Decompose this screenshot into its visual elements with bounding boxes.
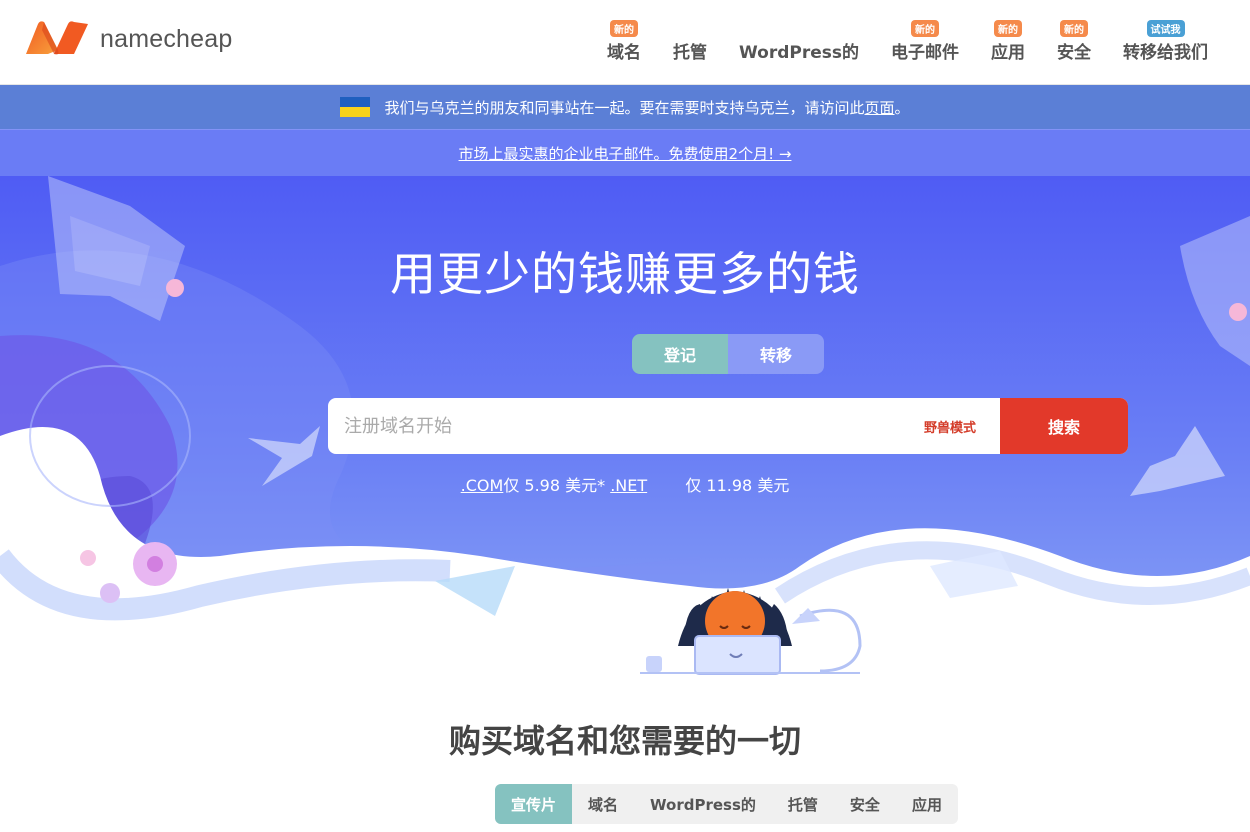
nav-item-label: 托管 <box>673 43 707 63</box>
nav-item-label: 电子邮件 <box>891 43 959 63</box>
ukraine-banner-suffix: 。 <box>894 98 910 117</box>
nav-item-label: 应用 <box>991 43 1025 63</box>
logo[interactable]: namecheap <box>24 20 232 58</box>
nav-item-domains[interactable]: 新的 域名 <box>591 20 657 63</box>
nav-badge: 新的 <box>610 20 638 37</box>
section-title: 购买域名和您需要的一切 <box>448 722 801 760</box>
nav-item-transfer[interactable]: 试试我 转移给我们 <box>1107 20 1224 63</box>
tab-register[interactable]: 登记 <box>632 334 728 374</box>
tab-domains[interactable]: 域名 <box>572 784 634 824</box>
logo-text: namecheap <box>100 24 233 53</box>
search-button[interactable]: 搜索 <box>1000 398 1128 454</box>
tab-transfer[interactable]: 转移 <box>728 334 824 374</box>
promo-banner: 市场上最实惠的企业电子邮件。免费使用2个月! → <box>0 129 1250 176</box>
com-price: 仅 5.98 美元* <box>503 476 606 495</box>
nav-item-hosting[interactable]: 托管 <box>657 20 723 63</box>
hero-title: 用更少的钱赚更多的钱 <box>390 247 860 301</box>
net-price: 仅 11.98 美元 <box>685 476 790 495</box>
net-link[interactable]: .NET <box>610 476 647 495</box>
domain-search-input[interactable] <box>328 398 924 454</box>
nav-badge: 试试我 <box>1146 20 1185 37</box>
nav-item-apps[interactable]: 新的 应用 <box>975 20 1041 63</box>
nav-item-label: WordPress的 <box>739 43 859 63</box>
ukraine-banner: 我们与乌克兰的朋友和同事站在一起。要在需要时支持乌克兰，请访问此页面。 <box>0 85 1250 129</box>
nav-badge: 新的 <box>1060 20 1088 37</box>
category-tabs: 宣传片 域名 WordPress的 托管 安全 应用 <box>495 784 958 824</box>
promo-link[interactable]: 市场上最实惠的企业电子邮件。免费使用2个月! → <box>459 143 792 164</box>
namecheap-logo-icon <box>26 21 88 55</box>
ukraine-page-link[interactable]: 页面 <box>864 99 894 117</box>
domain-search-box: 野兽模式 搜索 <box>328 398 1128 454</box>
com-link[interactable]: .COM <box>461 476 504 495</box>
tab-security[interactable]: 安全 <box>834 784 896 824</box>
tab-wordpress[interactable]: WordPress的 <box>634 784 772 824</box>
nav-item-wordpress[interactable]: WordPress的 <box>723 20 875 63</box>
nav-badge: 新的 <box>994 20 1022 37</box>
ukraine-banner-text: 我们与乌克兰的朋友和同事站在一起。要在需要时支持乌克兰，请访问此页面。 <box>384 97 909 118</box>
tld-pricing: .COM仅 5.98 美元* .NET 仅 11.98 美元 <box>0 472 1250 496</box>
tab-apps[interactable]: 应用 <box>896 784 958 824</box>
ukraine-banner-message: 我们与乌克兰的朋友和同事站在一起。要在需要时支持乌克兰，请访问此 <box>384 98 865 117</box>
tab-promos[interactable]: 宣传片 <box>495 784 573 824</box>
main-nav: 新的域名 托管 WordPress的 新的电子邮件 新的应用 新的安全 试试我转… <box>591 20 1224 63</box>
ukraine-flag-icon <box>340 97 371 117</box>
beast-mode-link[interactable]: 野兽模式 <box>924 417 976 436</box>
hero: 用更少的钱赚更多的钱 登记 转移 野兽模式 搜索 .COM仅 5.98 美元* … <box>0 176 1250 676</box>
nav-item-label: 域名 <box>607 43 641 63</box>
nav-badge: 新的 <box>911 20 939 37</box>
nav-item-label: 转移给我们 <box>1123 43 1208 63</box>
search-mode-tabs: 登记 转移 <box>632 334 824 374</box>
nav-item-security[interactable]: 新的 安全 <box>1041 20 1107 63</box>
nav-item-email[interactable]: 新的 电子邮件 <box>875 20 975 63</box>
site-header: namecheap 新的域名 托管 WordPress的 新的电子邮件 新的应用… <box>0 0 1250 85</box>
tab-hosting[interactable]: 托管 <box>772 784 834 824</box>
nav-item-label: 安全 <box>1057 43 1091 63</box>
